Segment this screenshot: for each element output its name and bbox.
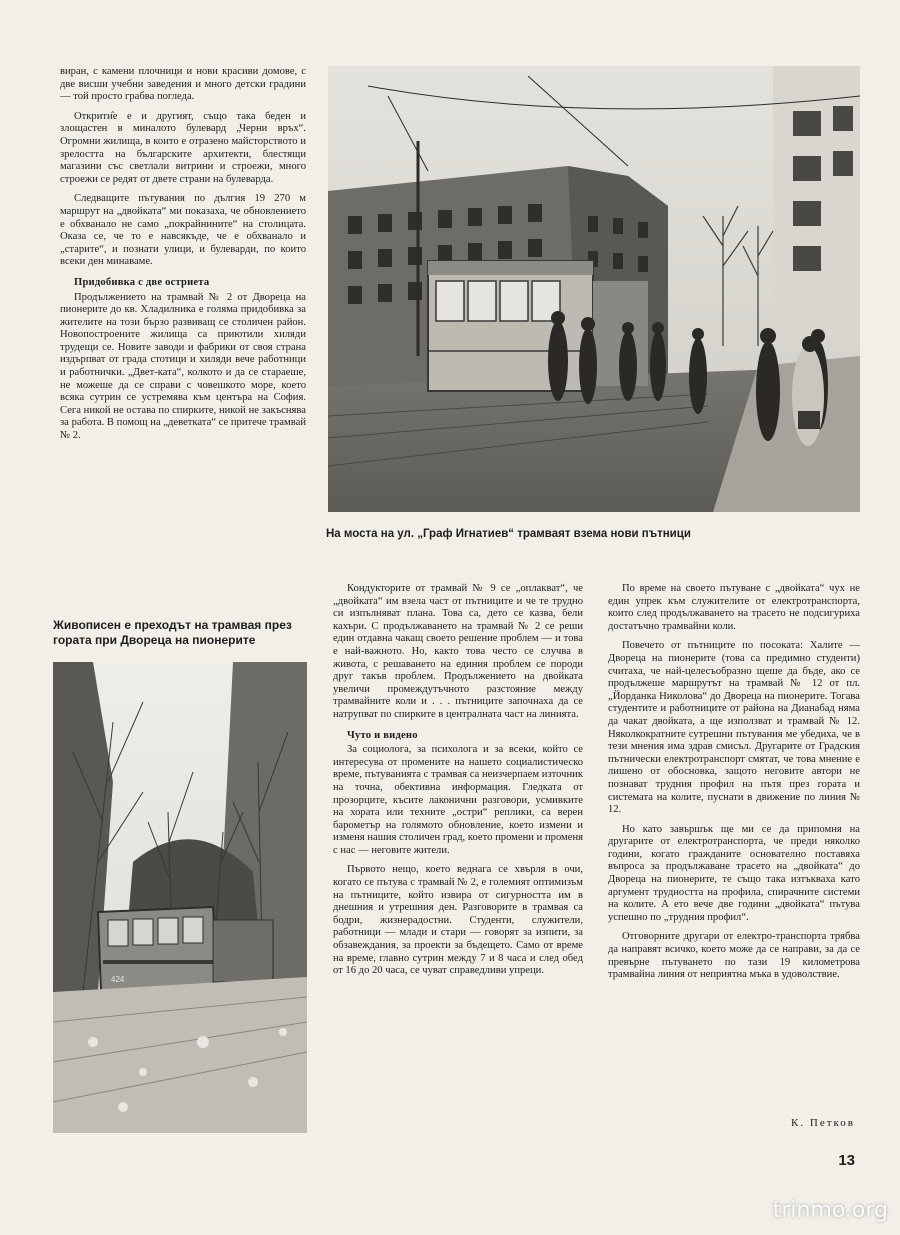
article-column-1: виран, с камени плочници и нови красиви … <box>60 66 306 450</box>
tram-number-plate: 424 <box>111 975 125 984</box>
section-heading: Чуто и видено <box>347 729 418 741</box>
paragraph: По време на своето пътуване с „двойката“… <box>608 583 860 632</box>
paragraph: Продължението на трамвай № 2 от Двореца … <box>60 291 306 442</box>
tram-bridge-illustration <box>328 66 860 512</box>
paragraph: Следващите пътувания по дългия 19 270 м … <box>60 193 306 268</box>
paragraph: Отговорните другари от електро-транспорт… <box>608 931 860 981</box>
tram-forest-photo: 424 <box>53 662 307 1133</box>
page-number: 13 <box>838 1152 855 1169</box>
section-heading: Придобивка с две остриета <box>74 276 210 288</box>
paragraph: Открити̂е е и другият, също така беден и… <box>60 110 306 185</box>
paragraph: Кондукторите от трамвай № 9 се „оплакват… <box>333 583 583 720</box>
tram-bridge-photo <box>328 66 860 512</box>
photo-caption-bridge: На моста на ул. „Граф Игнатиев“ трамваят… <box>326 528 691 540</box>
article-author: К. Петков <box>791 1117 855 1129</box>
paragraph: виран, с камени плочници и нови красиви … <box>60 66 306 103</box>
photo-caption-forest: Живописен е преходът на трамвая през гор… <box>53 618 292 647</box>
tram-forest-illustration: 424 <box>53 662 307 1133</box>
paragraph: Но като завършък ще ми се да припомня на… <box>608 823 860 923</box>
article-column-3: По време на своето пътуване с „двойката“… <box>608 583 860 989</box>
article-column-2: Кондукторите от трамвай № 9 се „оплакват… <box>333 583 583 985</box>
magazine-page: виран, с камени плочници и нови красиви … <box>0 0 900 1235</box>
paragraph: За социолога, за психолога и за всеки, к… <box>333 744 583 856</box>
watermark: trinmo.org <box>772 1198 888 1223</box>
paragraph: Повечето от пътниците по посоката: Халит… <box>608 640 860 816</box>
paragraph: Първото нещо, което веднага се хвърля в … <box>333 864 583 977</box>
